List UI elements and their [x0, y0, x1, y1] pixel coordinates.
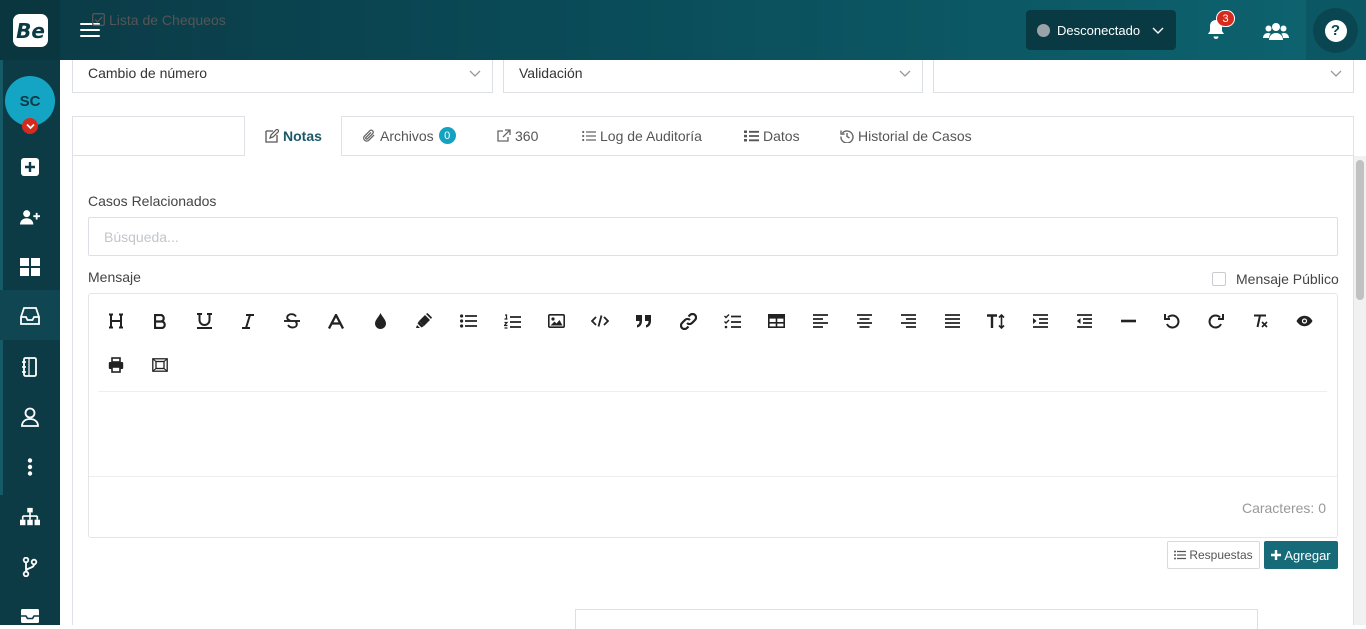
tab-360-label: 360	[515, 127, 539, 144]
image-icon[interactable]	[545, 310, 567, 332]
quote-icon[interactable]	[633, 310, 655, 332]
highlighter-icon[interactable]	[413, 310, 435, 332]
app-logo[interactable]: Be	[13, 14, 48, 47]
responses-button[interactable]: Respuestas	[1167, 541, 1260, 569]
list-ul-icon	[744, 130, 763, 142]
tab-files[interactable]: Archivos 0	[362, 116, 456, 155]
indent-icon[interactable]	[1029, 310, 1051, 332]
tab-notes-label: Notas	[283, 128, 322, 144]
underline-icon[interactable]	[193, 310, 215, 332]
preview-eye-icon[interactable]	[1293, 310, 1315, 332]
tint-icon[interactable]	[369, 310, 391, 332]
task-list-icon[interactable]	[721, 310, 743, 332]
tab-checklist-label: Lista de Chequeos	[109, 11, 226, 28]
fullscreen-icon[interactable]	[149, 354, 171, 376]
inbox-stack-icon[interactable]	[20, 606, 40, 626]
tab-case-history-label: Historial de Casos	[858, 127, 972, 144]
chevron-down-icon	[468, 68, 482, 78]
list-icon	[582, 130, 600, 142]
align-left-icon[interactable]	[809, 310, 831, 332]
list-icon	[1174, 550, 1187, 560]
more-vertical-icon[interactable]	[20, 457, 40, 477]
tab-audit-log-label: Log de Auditoría	[600, 127, 702, 144]
text-size-icon[interactable]	[985, 310, 1007, 332]
tab-audit-log[interactable]: Log de Auditoría	[582, 116, 702, 155]
status-label: Desconectado	[1057, 22, 1141, 38]
clear-format-icon[interactable]	[1249, 310, 1271, 332]
check-square-icon	[92, 13, 109, 26]
plus-icon	[1271, 550, 1282, 560]
character-count: Caracteres: 0	[1241, 500, 1326, 516]
paperclip-icon	[362, 129, 380, 143]
tab-360[interactable]: 360	[497, 116, 538, 155]
font-color-icon[interactable]	[325, 310, 347, 332]
tab-files-label: Archivos	[380, 127, 434, 144]
stage-select[interactable]: Validación	[503, 60, 923, 93]
external-link-icon	[497, 129, 515, 142]
public-message-label: Mensaje Público	[1236, 271, 1339, 287]
tab-data[interactable]: Datos	[744, 116, 800, 155]
avatar-chevron-icon[interactable]	[22, 118, 38, 134]
tab-notes[interactable]: Notas	[244, 116, 342, 156]
notebook-icon[interactable]	[20, 357, 40, 377]
files-count-badge: 0	[438, 127, 456, 144]
chevron-down-icon	[1152, 25, 1164, 35]
scrollbar-thumb[interactable]	[1356, 160, 1364, 300]
user-icon[interactable]	[20, 407, 40, 427]
related-cases-search-input[interactable]	[88, 217, 1338, 256]
editor-content-area[interactable]	[89, 392, 1337, 476]
outdent-icon[interactable]	[1073, 310, 1095, 332]
bold-icon[interactable]	[149, 310, 171, 332]
align-center-icon[interactable]	[853, 310, 875, 332]
strikethrough-icon[interactable]	[281, 310, 303, 332]
message-label: Mensaje	[88, 269, 141, 285]
case-type-value: Cambio de número	[88, 65, 208, 81]
table-icon[interactable]	[765, 310, 787, 332]
add-note-button[interactable]: Agregar	[1264, 541, 1338, 569]
case-type-select[interactable]: Cambio de número	[72, 60, 493, 93]
plus-square-icon[interactable]	[20, 157, 40, 177]
grid-icon[interactable]	[20, 257, 40, 277]
horizontal-rule-icon[interactable]	[1117, 310, 1139, 332]
sitemap-icon[interactable]	[20, 507, 40, 527]
print-icon[interactable]	[105, 354, 127, 376]
bullet-list-icon[interactable]	[457, 310, 479, 332]
tab-checklist[interactable]: Lista de Chequeos	[92, 0, 226, 39]
chevron-down-icon	[898, 68, 912, 78]
heading-icon[interactable]	[105, 310, 127, 332]
add-note-button-label: Agregar	[1284, 547, 1331, 563]
edit-icon	[265, 129, 283, 143]
undo-icon[interactable]	[1161, 310, 1183, 332]
question-icon: ?	[1324, 19, 1347, 42]
history-icon	[840, 129, 858, 143]
notifications-badge: 3	[1216, 10, 1235, 27]
tab-data-label: Datos	[763, 127, 800, 144]
stage-value: Validación	[519, 65, 583, 81]
align-right-icon[interactable]	[897, 310, 919, 332]
help-button[interactable]: ?	[1313, 8, 1358, 53]
align-justify-icon[interactable]	[941, 310, 963, 332]
third-select[interactable]	[933, 60, 1354, 93]
italic-icon[interactable]	[237, 310, 259, 332]
editor-footer-separator	[89, 476, 1337, 477]
related-cases-label: Casos Relacionados	[88, 193, 217, 209]
tab-case-history[interactable]: Historial de Casos	[840, 116, 972, 155]
connection-status-dropdown[interactable]: Desconectado	[1026, 10, 1176, 50]
logo-area: Be	[0, 0, 60, 60]
link-icon[interactable]	[677, 310, 699, 332]
public-message-checkbox[interactable]	[1212, 272, 1226, 286]
branch-icon[interactable]	[20, 557, 40, 577]
notes-list-container	[575, 609, 1258, 629]
inbox-icon[interactable]	[20, 306, 40, 326]
sidebar-accent	[0, 60, 3, 495]
code-icon[interactable]	[589, 310, 611, 332]
chevron-down-icon	[1329, 68, 1343, 78]
status-dot	[1037, 23, 1050, 37]
sidebar: SC	[0, 60, 60, 625]
users-icon[interactable]	[1263, 21, 1289, 41]
responses-button-label: Respuestas	[1189, 548, 1253, 562]
user-plus-icon[interactable]	[20, 207, 40, 227]
ordered-list-icon[interactable]	[501, 310, 523, 332]
redo-icon[interactable]	[1205, 310, 1227, 332]
